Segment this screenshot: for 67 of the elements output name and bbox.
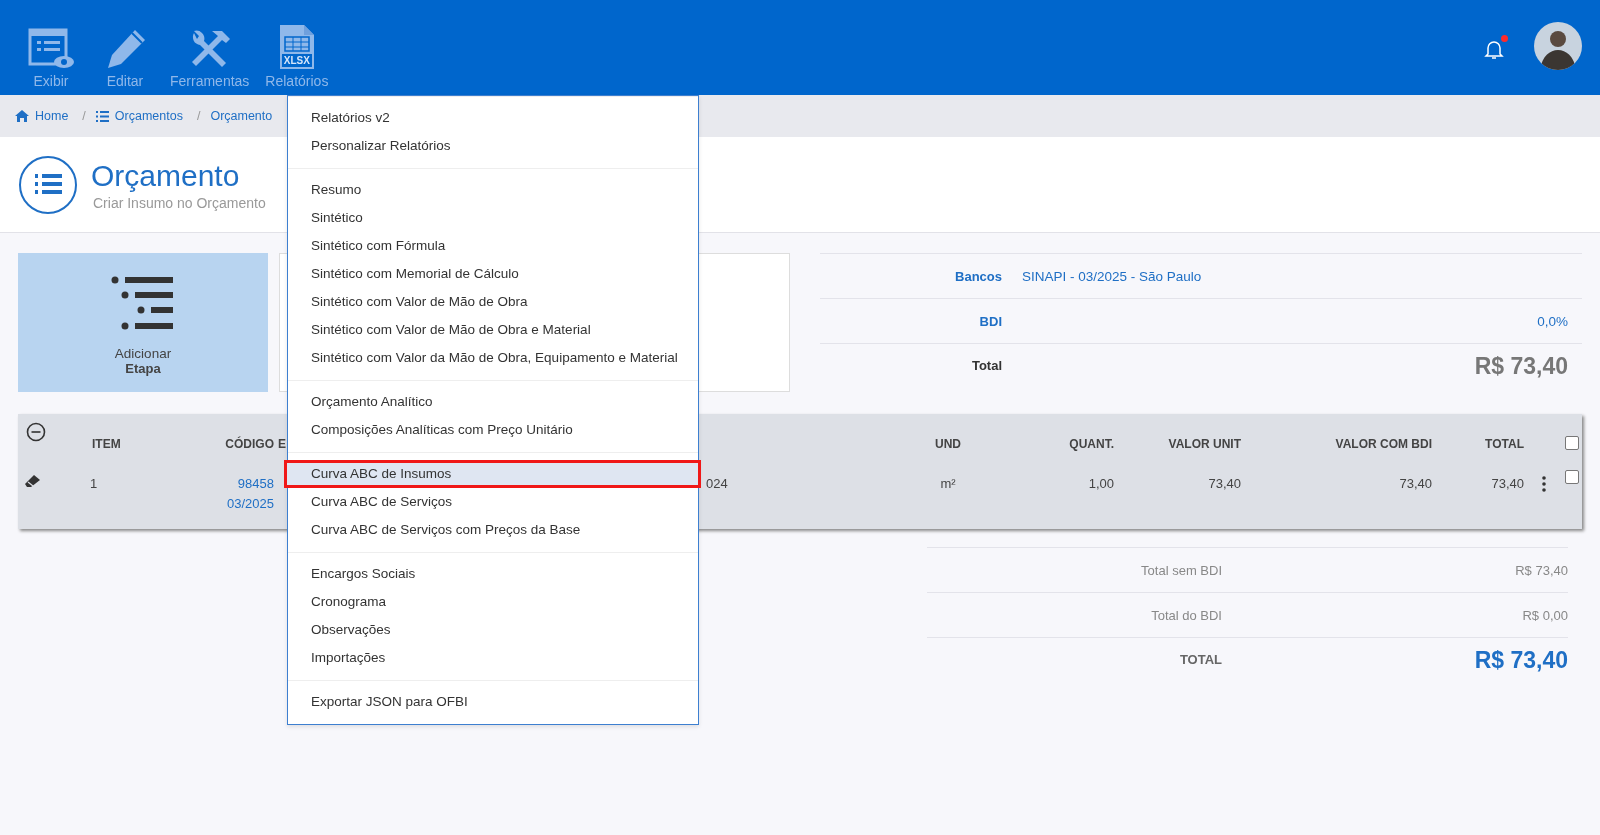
page-subtitle: Criar Insumo no Orçamento [93,194,266,211]
column-header: TOTAL [1484,437,1524,451]
total-label: TOTAL [1178,652,1222,667]
column-header: E [277,437,287,451]
menu-item[interactable]: Sintético com Valor da Mão de Obra, Equipamento e Material [288,344,698,372]
breadcrumb-link[interactable]: Orçamento [210,109,273,123]
window-eye-icon[interactable] [27,26,75,71]
table-cell-text: 73,40 [1207,476,1241,491]
menu-item[interactable]: Curva ABC de Serviços com Preços da Base [288,516,698,544]
total-amount: R$ 73,40 [1473,352,1569,380]
total-amount: R$ 73,40 [1514,562,1568,578]
code-link[interactable]: 03/2025 [150,494,274,514]
home-icon [15,110,29,122]
menu-item[interactable]: Exportar JSON para OFBI [288,688,698,716]
menu-item[interactable]: Orçamento Analítico [288,388,698,416]
table-cell-text: 1,00 [1087,476,1114,491]
table-cell: 024 [706,476,728,491]
breadcrumb-link[interactable]: Home [15,109,69,123]
menu-item[interactable]: Cronograma [288,588,698,616]
collapse-icon[interactable] [26,422,46,442]
avatar[interactable] [1534,22,1582,70]
menu-item[interactable]: Resumo [288,176,698,204]
column-header: CÓDIGO [224,437,274,451]
column-header: QUANT. [1068,437,1114,451]
checkbox[interactable] [1565,436,1579,450]
list-icon [95,110,109,122]
table-cell-text: m² [939,476,957,491]
breadcrumb-separator: / [196,109,201,123]
numbered-list-icon [18,154,78,215]
page-title: Orçamento [91,158,241,193]
menu-item[interactable]: Sintético com Valor de Mão de Obra e Material [288,316,698,344]
info-label: Bancos [954,268,1002,284]
column-header: VALOR COM BDI [1334,437,1432,451]
menu-item[interactable]: Composições Analíticas com Preço Unitário [288,416,698,444]
menu-item[interactable]: Sintético com Fórmula [288,232,698,260]
column-header: UND [934,437,962,451]
table-cell-text: 1 [89,476,99,491]
info-label: BDI [978,313,1002,329]
menu-item[interactable]: Observações [288,616,698,644]
column-header: VALOR UNIT [1167,437,1241,451]
table-cell-text: 73,40 [1398,476,1432,491]
breadcrumb-link[interactable]: Orçamentos [95,109,183,123]
menu-item[interactable]: Sintético com Valor de Mão de Obra [288,288,698,316]
menu-item[interactable]: Sintético com Memorial de Cálculo [288,260,698,288]
menu-item[interactable]: Curva ABC de Serviços [288,488,698,516]
total-label: Total sem BDI [1140,562,1222,578]
info-label: Total [970,358,1002,373]
menu-item[interactable]: Sintético [288,204,698,232]
total-label: Total do BDI [1150,607,1222,623]
add-stage-card[interactable]: Adicionar Etapa [18,253,268,392]
total-amount: R$ 0,00 [1521,607,1568,623]
eraser-icon[interactable] [24,474,42,488]
more-icon[interactable] [1542,476,1546,492]
menu-item[interactable]: Curva ABC de Insumos [284,460,701,488]
breadcrumb-separator: / [82,109,86,123]
checkbox[interactable] [1565,470,1579,484]
menu-item[interactable]: Relatórios v2 [288,104,698,132]
bell-icon[interactable] [1484,38,1504,61]
column-header: ITEM [91,437,122,451]
info-value: 0,0% [1536,313,1569,329]
menu-item[interactable]: Encargos Sociais [288,560,698,588]
table-cell-text: 73,40 [1490,476,1524,491]
total-amount: R$ 73,40 [1473,646,1568,674]
menu-item[interactable]: Personalizar Relatórios [288,132,698,160]
menu-item[interactable]: Importações [288,644,698,672]
info-value[interactable]: SINAPI - 03/2025 - São Paulo [1002,268,1582,284]
code-link[interactable]: 98458 [150,474,274,494]
